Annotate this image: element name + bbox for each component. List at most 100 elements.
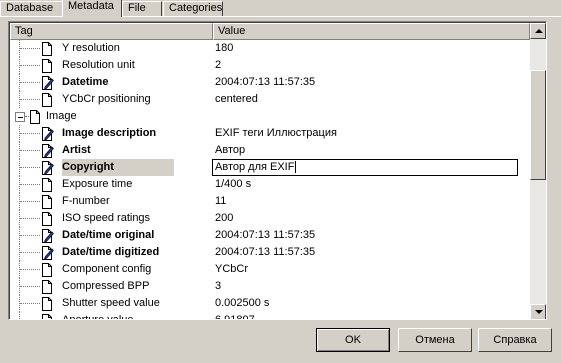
tree-row[interactable]: Copyright Автор для EXIF bbox=[10, 159, 530, 176]
arrow-up-icon bbox=[535, 29, 543, 33]
tag-label: Date/time digitized bbox=[62, 246, 160, 258]
doc-icon bbox=[40, 195, 54, 209]
value-cell: 2004:07:13 11:57:35 bbox=[215, 229, 316, 241]
tree-row[interactable]: Image description EXIF теги Иллюстрация bbox=[10, 125, 530, 142]
tree-row[interactable]: Compressed BPP 3 bbox=[10, 278, 530, 295]
value-cell: 2004:07:13 11:57:35 bbox=[215, 76, 316, 88]
tree-guide-line bbox=[20, 65, 40, 66]
tag-label: Y resolution bbox=[62, 42, 120, 54]
value-edit-field[interactable]: Автор для EXIF bbox=[212, 159, 518, 176]
tree-guide-line bbox=[20, 235, 40, 236]
tag-cell: Shutter speed value bbox=[10, 295, 208, 312]
tree-row[interactable]: Image bbox=[10, 108, 530, 125]
tag-label: Copyright bbox=[62, 159, 174, 176]
metadata-tree: Tag Value Y resolution 180 Resolution unit… bbox=[8, 21, 547, 320]
tree-row[interactable]: Date/time original 2004:07:13 11:57:35 bbox=[10, 227, 530, 244]
tree-guide-line bbox=[20, 184, 40, 185]
scroll-down-button[interactable] bbox=[530, 304, 546, 319]
tree-guide-line bbox=[20, 82, 40, 83]
metadata-rows: Y resolution 180 Resolution unit 2 Datetime 2… bbox=[10, 40, 530, 319]
tree-row[interactable]: Aperture value 6.91897 bbox=[10, 312, 530, 319]
tag-cell: Copyright bbox=[10, 159, 208, 176]
value-cell: YCbCr bbox=[215, 263, 249, 275]
tag-cell: F-number bbox=[10, 193, 208, 210]
value-cell: 3 bbox=[215, 280, 222, 292]
tag-label: Exposure time bbox=[62, 178, 133, 190]
tree-guide-line bbox=[20, 252, 40, 253]
tab-metadata[interactable]: Metadata bbox=[62, 0, 122, 17]
scroll-up-button[interactable] bbox=[530, 23, 546, 39]
doc-icon bbox=[40, 297, 54, 311]
tree-guide-line bbox=[20, 218, 40, 219]
text-caret bbox=[295, 161, 297, 174]
value-cell: EXIF теги Иллюстрация bbox=[215, 127, 337, 139]
tag-label: Resolution unit bbox=[62, 59, 135, 71]
tag-label: F-number bbox=[62, 195, 110, 207]
value-cell: 6.91897 bbox=[215, 312, 515, 319]
value-cell: 200 bbox=[215, 212, 234, 224]
tree-row[interactable]: F-number 11 bbox=[10, 193, 530, 210]
tag-cell: Exposure time bbox=[10, 176, 208, 193]
tag-cell: Resolution unit bbox=[10, 57, 208, 74]
doc-icon bbox=[40, 42, 54, 56]
tag-label: Compressed BPP bbox=[62, 280, 150, 292]
tree-row[interactable]: ISO speed ratings 200 bbox=[10, 210, 530, 227]
tag-label: Image bbox=[46, 110, 77, 122]
tag-cell: Image bbox=[10, 108, 208, 125]
tag-label: ISO speed ratings bbox=[62, 212, 151, 224]
tree-row[interactable]: Y resolution 180 bbox=[10, 40, 530, 57]
tab-strip: Database Metadata File Categories bbox=[0, 0, 561, 17]
tree-row[interactable]: Resolution unit 2 bbox=[10, 57, 530, 74]
tree-row[interactable]: Artist Автор bbox=[10, 142, 530, 159]
tag-cell: ISO speed ratings bbox=[10, 210, 208, 227]
tree-row[interactable]: YCbCr positioning centered bbox=[10, 91, 530, 108]
tree-row[interactable]: Datetime 2004:07:13 11:57:35 bbox=[10, 74, 530, 91]
tab-database[interactable]: Database bbox=[0, 1, 63, 16]
tree-row[interactable]: Shutter speed value 0.002500 s bbox=[10, 295, 530, 312]
tree-row[interactable]: Date/time digitized 2004:07:13 11:57:35 bbox=[10, 244, 530, 261]
tab-file[interactable]: File bbox=[122, 1, 162, 16]
tree-guide-line bbox=[20, 303, 40, 304]
tree-row[interactable]: Component config YCbCr bbox=[10, 261, 530, 278]
tree-row[interactable]: Exposure time 1/400 s bbox=[10, 176, 530, 193]
arrow-down-icon bbox=[535, 310, 543, 314]
tag-cell: Image description bbox=[10, 125, 208, 142]
value-cell: 2004:07:13 11:57:35 bbox=[215, 246, 316, 258]
edit-doc-icon bbox=[40, 161, 54, 175]
value-cell: 11 bbox=[215, 195, 227, 207]
doc-icon bbox=[40, 212, 54, 226]
tag-cell: Date/time original bbox=[10, 227, 208, 244]
tag-cell: Datetime bbox=[10, 74, 208, 91]
tree-guide-line bbox=[20, 286, 40, 287]
value-cell: 180 bbox=[215, 42, 234, 54]
collapse-toggle-icon[interactable] bbox=[15, 112, 25, 122]
tag-label: YCbCr positioning bbox=[62, 93, 151, 105]
value-cell: 0.002500 s bbox=[215, 297, 270, 309]
tab-categories[interactable]: Categories bbox=[163, 1, 223, 16]
column-header-value[interactable]: Value bbox=[213, 23, 530, 40]
column-header: Tag Value bbox=[10, 23, 530, 40]
value-edit-text: Автор для EXIF bbox=[215, 161, 295, 173]
column-header-tag[interactable]: Tag bbox=[10, 23, 213, 40]
tag-cell: Date/time digitized bbox=[10, 244, 208, 261]
tree-guide-line bbox=[20, 167, 40, 168]
cancel-button[interactable]: Отмена bbox=[398, 328, 472, 352]
tag-cell: Aperture value bbox=[10, 312, 208, 319]
tree-guide-line bbox=[20, 48, 40, 49]
tag-label: Date/time original bbox=[62, 229, 155, 241]
tag-label: Artist bbox=[62, 144, 91, 156]
tag-label: Shutter speed value bbox=[62, 297, 160, 309]
tree-guide-line bbox=[20, 133, 40, 134]
doc-icon bbox=[28, 110, 42, 124]
tree-guide-line bbox=[20, 201, 40, 202]
ok-button[interactable]: OK bbox=[316, 328, 390, 352]
tag-label: Image description bbox=[62, 127, 157, 139]
doc-icon bbox=[40, 314, 54, 319]
help-button[interactable]: Справка bbox=[478, 328, 552, 352]
doc-icon bbox=[40, 178, 54, 192]
edit-doc-icon bbox=[40, 144, 54, 158]
vertical-scrollbar[interactable] bbox=[530, 23, 546, 319]
tag-label: Component config bbox=[62, 263, 152, 275]
tag-label: Aperture value bbox=[62, 312, 134, 319]
scroll-thumb[interactable] bbox=[530, 70, 546, 180]
